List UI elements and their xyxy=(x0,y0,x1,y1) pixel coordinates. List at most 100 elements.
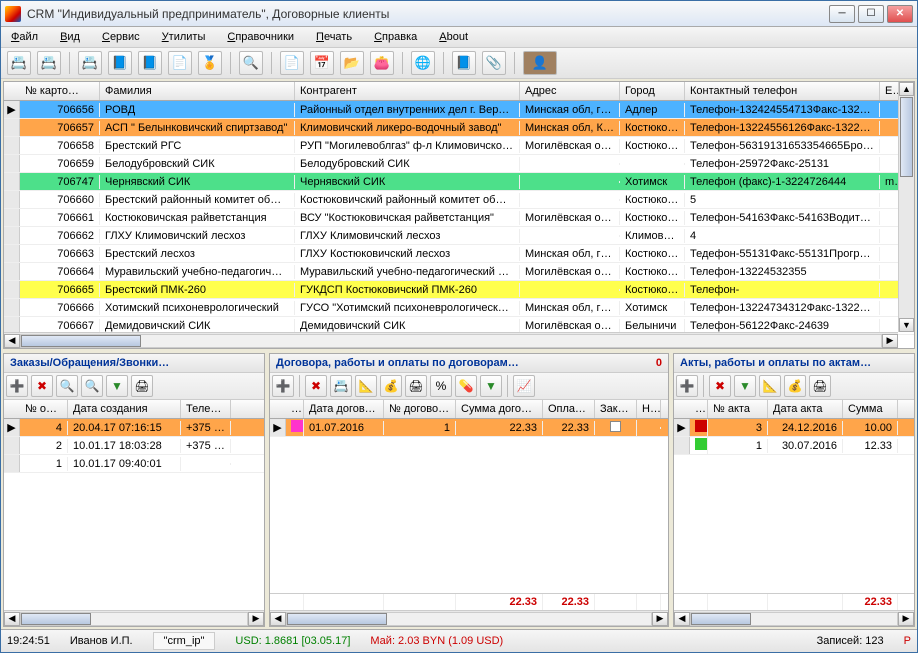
col-header[interactable]: Закрыт xyxy=(595,400,637,418)
menu-сервис[interactable]: Сервис xyxy=(98,29,144,45)
col-header[interactable]: … xyxy=(690,400,708,418)
orders-zoom-button[interactable] xyxy=(81,375,103,397)
minimize-button[interactable]: ─ xyxy=(829,5,855,23)
scroll-thumb[interactable] xyxy=(900,97,913,177)
col-header[interactable]: … xyxy=(286,400,304,418)
table-row[interactable]: 130.07.201612.33 xyxy=(674,437,914,455)
contracts-grid-header[interactable]: …Дата договора№ договораСумма договораОп… xyxy=(270,400,668,419)
address-book-button[interactable] xyxy=(452,51,476,75)
main-grid-header[interactable]: № карто…ФамилияКонтрагентАдресГородКонта… xyxy=(4,82,914,101)
orders-delete-button[interactable] xyxy=(31,375,53,397)
table-row[interactable]: 706660Брестский районный комитет общ…Кос… xyxy=(4,191,914,209)
table-row[interactable]: 706659Белодубровский СИКБелодубровский С… xyxy=(4,155,914,173)
globe-button[interactable] xyxy=(411,51,435,75)
table-row[interactable]: 706662ГЛХУ Климовичский лесхозГЛХУ Климо… xyxy=(4,227,914,245)
acts-hscroll[interactable]: ◀▶ xyxy=(674,610,914,626)
table-row[interactable]: 706747Чернявский СИКЧернявский СИКХотимс… xyxy=(4,173,914,191)
maximize-button[interactable]: ☐ xyxy=(858,5,884,23)
table-row[interactable]: ▶324.12.201610.00 xyxy=(674,419,914,437)
orders-hscroll[interactable]: ◀▶ xyxy=(4,610,264,626)
scroll-right-button[interactable]: ▶ xyxy=(882,334,898,348)
col-header[interactable]: Город xyxy=(620,82,685,100)
orders-grid-rows[interactable]: ▶420.04.17 07:16:15+375 29210.01.17 18:0… xyxy=(4,419,264,610)
col-header[interactable]: Телефо xyxy=(181,400,231,418)
acts-filter-button[interactable] xyxy=(734,375,756,397)
acts-add-button[interactable] xyxy=(676,375,698,397)
photo-button[interactable]: 👤 xyxy=(523,51,557,75)
table-row[interactable]: ▶420.04.17 07:16:15+375 29 xyxy=(4,419,264,437)
calendar-button[interactable]: 📅 xyxy=(310,51,334,75)
scroll-up-button[interactable]: ▲ xyxy=(899,82,914,96)
orders-filter-button[interactable] xyxy=(106,375,128,397)
scroll-down-button[interactable]: ▼ xyxy=(899,318,914,332)
search-button[interactable] xyxy=(239,51,263,75)
col-header[interactable]: Дата договора xyxy=(304,400,384,418)
acts-grid-rows[interactable]: ▶324.12.201610.00130.07.201612.33 xyxy=(674,419,914,593)
table-row[interactable]: 706664Муравильский учебно-педагогич…Мура… xyxy=(4,263,914,281)
col-header[interactable]: Фамилия xyxy=(100,82,295,100)
scroll-left-button[interactable]: ◀ xyxy=(4,334,20,348)
journal-button[interactable] xyxy=(138,51,162,75)
new-card-button[interactable] xyxy=(7,51,31,75)
contracts-percent-button[interactable] xyxy=(430,375,452,397)
col-header[interactable]: № карто… xyxy=(20,82,100,100)
acts-prefs-button[interactable]: 📐 xyxy=(759,375,781,397)
menu-справочники[interactable]: Справочники xyxy=(223,29,298,45)
col-header[interactable]: № обр… xyxy=(20,400,68,418)
contracts-calc-button[interactable]: 📇 xyxy=(330,375,352,397)
orders-add-button[interactable] xyxy=(6,375,28,397)
menu-справка[interactable]: Справка xyxy=(370,29,421,45)
vertical-scrollbar[interactable]: ▲ ▼ xyxy=(898,82,914,332)
contracts-print-button[interactable] xyxy=(405,375,427,397)
col-header[interactable]: № акта xyxy=(708,400,768,418)
main-grid[interactable]: № карто…ФамилияКонтрагентАдресГородКонта… xyxy=(3,81,915,349)
orders-search-button[interactable] xyxy=(56,375,78,397)
scroll-track[interactable] xyxy=(20,334,882,348)
table-row[interactable]: 110.01.17 09:40:01 xyxy=(4,455,264,473)
contracts-prefs-button[interactable]: 📐 xyxy=(355,375,377,397)
col-header[interactable]: Дата создания xyxy=(68,400,181,418)
col-header[interactable]: Адрес xyxy=(520,82,620,100)
main-grid-rows[interactable]: ▶706656РОВДРайонный отдел внутренних дел… xyxy=(4,101,914,335)
close-button[interactable]: ✕ xyxy=(887,5,913,23)
contracts-grid-rows[interactable]: ▶01.07.2016122.3322.33 xyxy=(270,419,668,593)
table-row[interactable]: 706658Брестский РГСРУП "Могилевоблгаз" ф… xyxy=(4,137,914,155)
col-header[interactable]: Оплачено xyxy=(543,400,595,418)
contracts-chart-button[interactable] xyxy=(513,375,535,397)
col-header[interactable]: Контрагент xyxy=(295,82,520,100)
table-row[interactable]: ▶01.07.2016122.3322.33 xyxy=(270,419,668,437)
table-row[interactable]: 706657АСП " Белынковичский спиртзавод"Кл… xyxy=(4,119,914,137)
contracts-add-button[interactable] xyxy=(272,375,294,397)
col-header[interactable]: Контактный телефон xyxy=(685,82,880,100)
menu-вид[interactable]: Вид xyxy=(56,29,84,45)
award-button[interactable]: 🏅 xyxy=(198,51,222,75)
contracts-delete-button[interactable] xyxy=(305,375,327,397)
card-button[interactable] xyxy=(78,51,102,75)
acts-print-button[interactable] xyxy=(809,375,831,397)
doc-button[interactable] xyxy=(168,51,192,75)
menu-about[interactable]: About xyxy=(435,29,472,45)
contracts-pill-button[interactable] xyxy=(455,375,477,397)
table-row[interactable]: 706663Брестский лесхозГЛХУ Костюковичски… xyxy=(4,245,914,263)
acts-grid-header[interactable]: …№ актаДата актаСумма xyxy=(674,400,914,419)
scroll-thumb-h[interactable] xyxy=(21,335,141,347)
table-row[interactable]: 210.01.17 18:03:28+375 29 xyxy=(4,437,264,455)
menu-утилиты[interactable]: Утилиты xyxy=(158,29,210,45)
horizontal-scrollbar[interactable]: ◀ ▶ xyxy=(4,332,898,348)
menu-файл[interactable]: Файл xyxy=(7,29,42,45)
orders-grid-header[interactable]: № обр…Дата созданияТелефо xyxy=(4,400,264,419)
col-header[interactable]: Сумма xyxy=(843,400,898,418)
table-row[interactable]: ▶706656РОВДРайонный отдел внутренних дел… xyxy=(4,101,914,119)
table-row[interactable]: 706666Хотимский психоневрологическийГУСО… xyxy=(4,299,914,317)
table-row[interactable]: 706665Брестский ПМК-260ГУКДСП Костюкович… xyxy=(4,281,914,299)
report-button[interactable] xyxy=(280,51,304,75)
attach-button[interactable] xyxy=(482,51,506,75)
edit-card-button[interactable] xyxy=(37,51,61,75)
col-header[interactable]: № договора xyxy=(384,400,456,418)
col-header[interactable]: Сумма договора xyxy=(456,400,543,418)
book-button[interactable] xyxy=(108,51,132,75)
acts-money-button[interactable] xyxy=(784,375,806,397)
col-header[interactable]: Не xyxy=(637,400,661,418)
contracts-filter-button[interactable] xyxy=(480,375,502,397)
contracts-money-button[interactable] xyxy=(380,375,402,397)
